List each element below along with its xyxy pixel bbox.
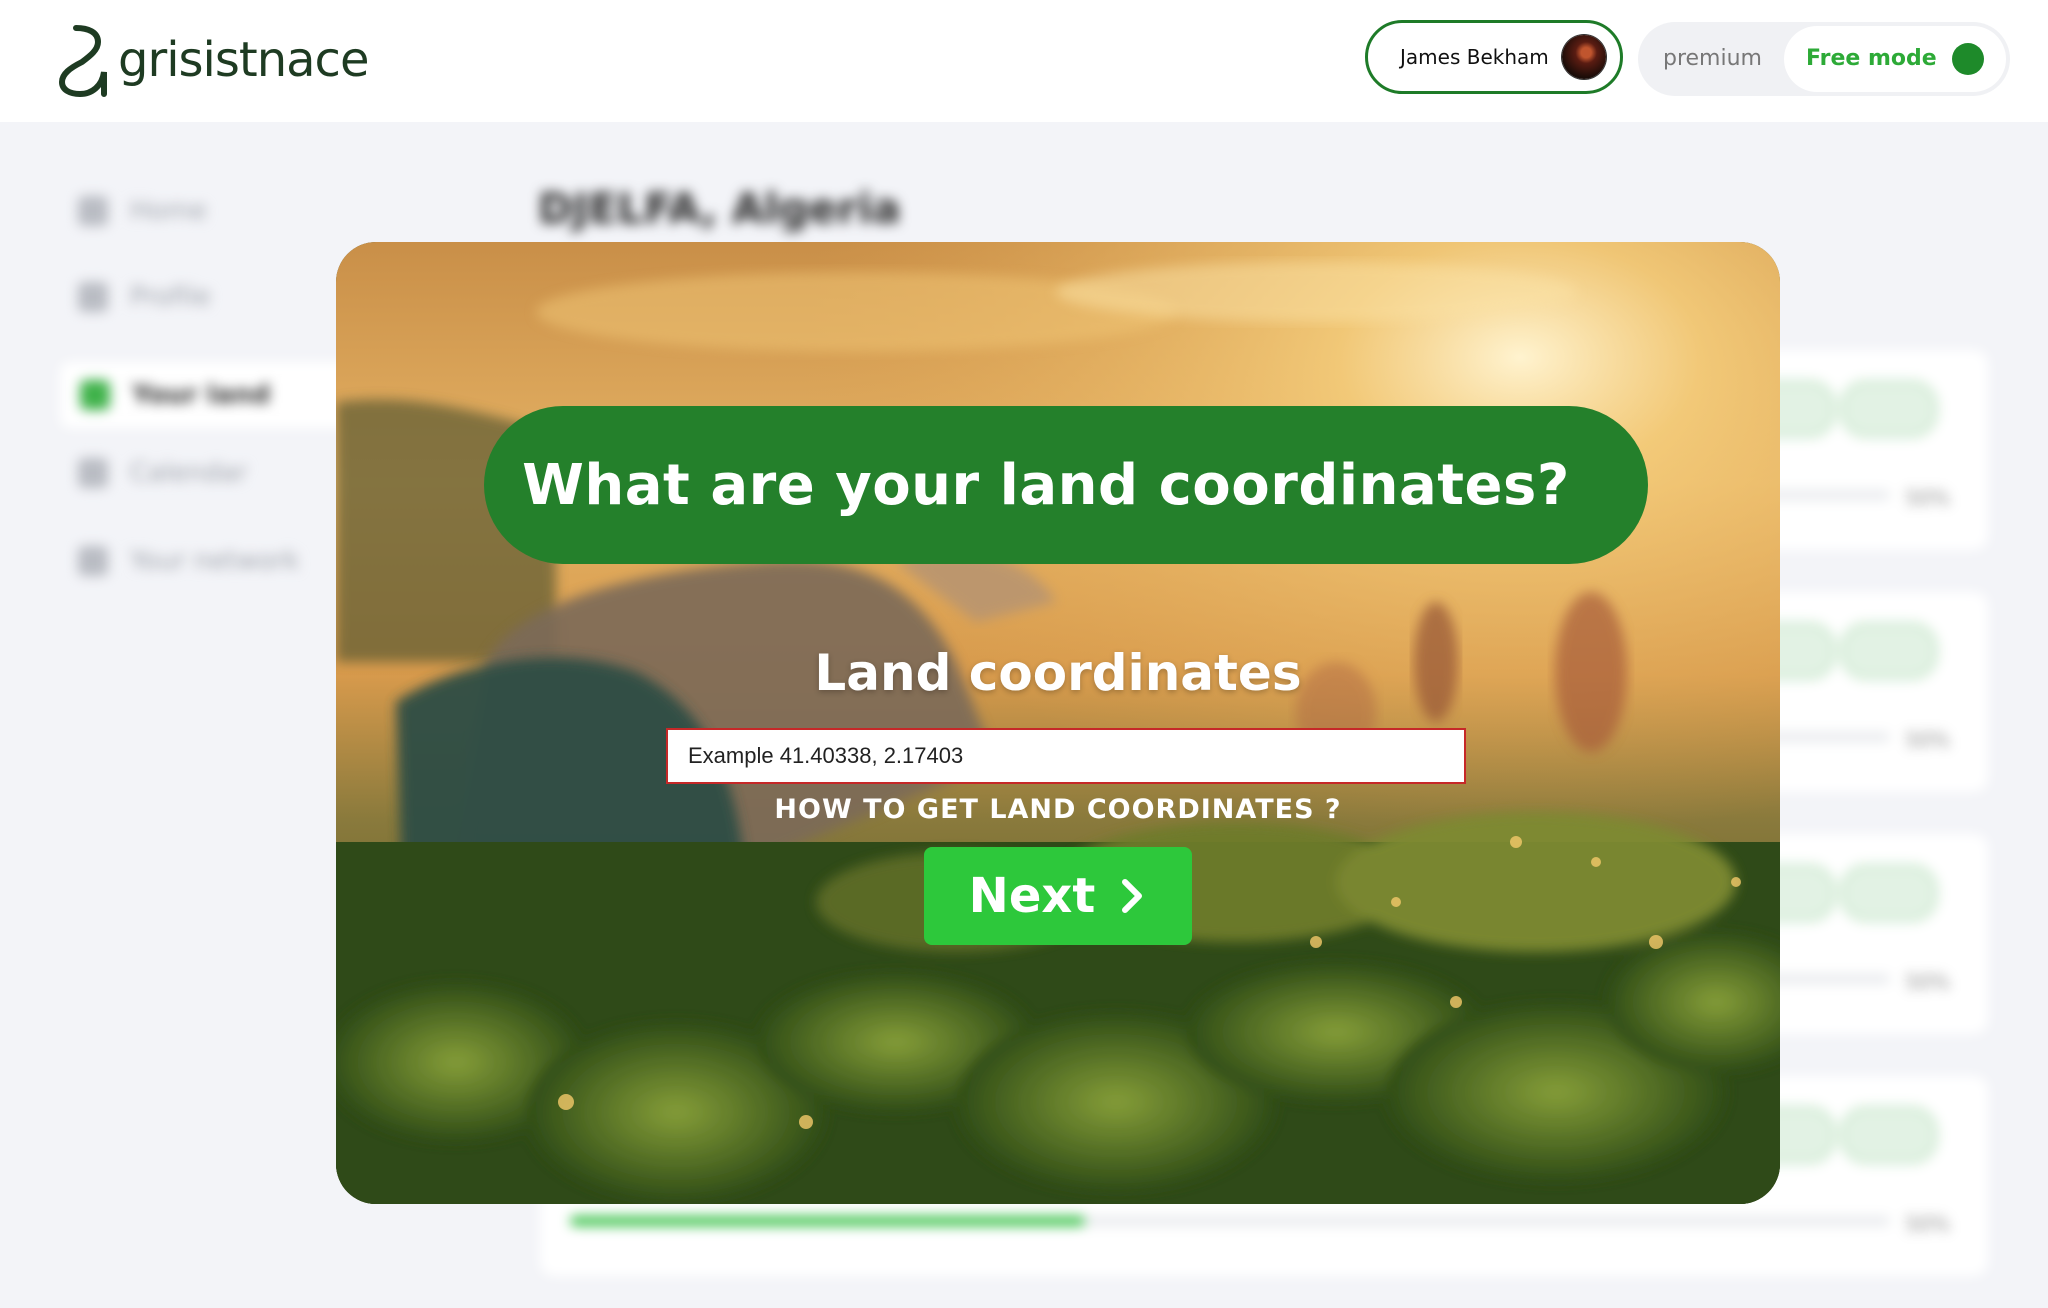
sidebar-item-calendar: Calendar <box>78 458 247 488</box>
mode-switch[interactable]: premium Free mode <box>1638 22 2010 96</box>
sidebar-item-home: Home <box>78 196 207 226</box>
question-banner: What are your land coordinates? <box>484 406 1648 564</box>
user-name: James Bekham <box>1400 45 1549 69</box>
next-button[interactable]: Next <box>924 847 1192 945</box>
logo-mark-icon <box>58 25 107 98</box>
home-icon <box>78 196 108 226</box>
avatar[interactable] <box>1562 35 1606 79</box>
how-to-get-coordinates-link[interactable]: HOW TO GET LAND COORDINATES ? <box>336 794 1780 825</box>
top-header: grisistnace James Bekham premium Free mo… <box>0 0 2048 122</box>
free-mode-option[interactable]: Free mode <box>1784 26 2006 92</box>
free-mode-label: Free mode <box>1806 46 1937 71</box>
premium-option[interactable]: premium <box>1663 46 1762 71</box>
network-icon <box>78 546 108 576</box>
sidebar-item-your-land: Your land <box>60 362 360 428</box>
app-logo[interactable]: grisistnace <box>54 22 369 98</box>
question-heading: What are your land coordinates? <box>522 452 1570 518</box>
card-chip <box>1840 380 1938 438</box>
sidebar-item-label: Profile <box>130 282 211 312</box>
progress-percent: 50% <box>1905 728 1950 752</box>
coordinates-input[interactable] <box>666 728 1466 784</box>
leaf-icon <box>80 380 110 410</box>
user-icon <box>78 282 108 312</box>
chevron-right-icon <box>1122 879 1143 913</box>
progress-percent: 50% <box>1905 1212 1950 1236</box>
progress-percent: 50% <box>1905 970 1950 994</box>
logo-text: grisistnace <box>118 32 369 88</box>
sidebar-item-label: Home <box>130 196 207 226</box>
user-profile-pill[interactable]: James Bekham <box>1365 20 1623 94</box>
card-chip <box>1840 864 1938 922</box>
farm-field-background-image <box>336 242 1780 1204</box>
progress-percent: 50% <box>1905 486 1950 510</box>
sidebar-item-network: Your network <box>78 546 299 576</box>
sidebar-item-label: Your network <box>130 546 300 576</box>
progress-track <box>570 1216 1890 1226</box>
card-chip <box>1840 1106 1938 1164</box>
status-dot-icon <box>1952 43 1984 75</box>
sidebar-item-profile: Profile <box>78 282 211 312</box>
progress-fill <box>570 1216 1085 1226</box>
calendar-icon <box>78 458 108 488</box>
field-label: Land coordinates <box>814 644 1302 702</box>
page-title: DJELFA, Algeria <box>538 184 901 233</box>
sidebar-item-label: Calendar <box>130 458 247 488</box>
sidebar-item-label: Your land <box>132 380 271 410</box>
land-coordinates-modal: What are your land coordinates? Land coo… <box>336 242 1780 1204</box>
card-chip <box>1840 622 1938 680</box>
next-button-label: Next <box>968 868 1096 924</box>
